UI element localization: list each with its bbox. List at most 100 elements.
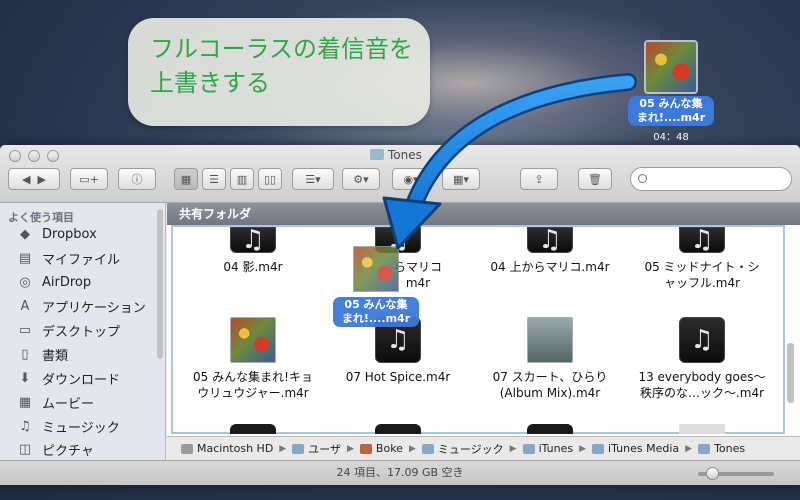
column-view-button[interactable]: ▥ — [230, 168, 254, 190]
downloads-icon: ⬇ — [19, 370, 31, 386]
desktop-file-icon[interactable] — [644, 40, 698, 94]
grid-icon: ▦ — [180, 172, 192, 186]
eye-icon: ◉▾ — [403, 172, 419, 186]
file-name: 05 みんな集まれ!キョ ウリュウジャー.m4r — [188, 369, 318, 401]
path-crumb-label: ミュージック — [437, 442, 504, 456]
file-name-line1: 13 everybody goes～ — [638, 370, 766, 384]
sidebar-item-pictures[interactable]: ◫ ピクチャ — [16, 438, 94, 460]
sidebar-item-label: ダウンロード — [42, 372, 121, 388]
sidebar-item-music[interactable]: ♫ ミュージック — [16, 415, 120, 437]
path-crumb-home[interactable]: Boke — [359, 442, 403, 455]
callout-text: フルコーラスの着信音を 上書きする — [150, 32, 420, 100]
content-scrollbar[interactable] — [787, 343, 794, 403]
path-separator-icon: ▶ — [347, 443, 354, 454]
trash-button[interactable]: 🗑 — [578, 168, 612, 190]
file-name-line1: 05 みんな集まれ!キョ — [193, 370, 313, 384]
columns-icon: ▥ — [236, 172, 248, 186]
document-file-icon[interactable] — [679, 424, 725, 434]
path-crumb-itunes[interactable]: iTunes — [522, 442, 574, 455]
zoom-button[interactable] — [47, 150, 59, 162]
more-view-button[interactable]: ▦▾ — [442, 168, 480, 190]
file-item[interactable]: ♫ 04 影.m4r — [188, 225, 318, 275]
sidebar-item-applications[interactable]: A アプリケーション — [16, 295, 146, 317]
file-item[interactable]: 05 みんな集まれ!キョ ウリュウジャー.m4r — [188, 317, 318, 401]
file-name-line1: 04 影.m4r — [223, 260, 283, 274]
path-crumb-hd[interactable]: Macintosh HD — [181, 442, 273, 455]
gear-icon: ⚙▾ — [353, 172, 369, 186]
album-art-image — [231, 318, 275, 362]
file-item[interactable]: ♫ 04 上からマリコ.m4r — [485, 225, 615, 275]
sidebar-item-downloads[interactable]: ⬇ ダウンロード — [16, 367, 120, 389]
pictures-icon: ◫ — [18, 441, 32, 457]
desktop-file-label-line2: まれ!....m4r — [636, 111, 706, 124]
list-view-button[interactable]: ☰ — [202, 168, 226, 190]
music-file-icon[interactable] — [527, 424, 573, 434]
sidebar-item-movies[interactable]: ▦ ムービー — [16, 391, 94, 413]
more-icon: ▦▾ — [453, 172, 469, 186]
path-separator-icon: ▶ — [408, 443, 416, 454]
file-name: 04 上からマリコ.m4r — [485, 259, 615, 275]
share-button[interactable]: ⇪ — [520, 168, 558, 190]
section-header: 共有フォルダ — [167, 203, 800, 225]
minimize-button[interactable] — [28, 150, 40, 162]
trash-icon: 🗑 — [588, 172, 602, 186]
file-item[interactable]: ♫ 07 Hot Spice.m4r — [333, 317, 463, 385]
drag-label-line2: まれ!....m4r — [341, 312, 411, 325]
drag-label-line1: 05 みんな集 — [344, 298, 408, 311]
path-crumb-label: Tones — [714, 442, 746, 455]
info-icon: ⓘ — [131, 173, 143, 186]
sidebar-item-label: マイファイル — [42, 252, 121, 268]
share-icon: ⇪ — [534, 172, 544, 186]
file-name-line2: ウリュウジャー.m4r — [197, 386, 309, 400]
arrange-button[interactable]: ☰▾ — [292, 168, 334, 190]
path-crumb-label: Macintosh HD — [197, 442, 274, 455]
coverflow-view-button[interactable]: ▯▯ — [258, 168, 282, 190]
path-crumb-label: iTunes — [538, 442, 574, 455]
file-item[interactable]: ♫ 05 ミッドナイト・シ ャッフル.m4r — [637, 225, 767, 291]
path-crumb-label: ユーザ — [308, 442, 341, 456]
documents-icon: ▯ — [21, 346, 29, 362]
file-name-line2: 秩序のな…ック～.m4r — [639, 386, 765, 400]
coverflow-icon: ▯▯ — [263, 172, 277, 186]
sidebar-item-dropbox[interactable]: ◆ Dropbox — [16, 223, 97, 245]
path-crumb-itunes-media[interactable]: iTunes Media — [592, 442, 679, 455]
new-folder-button[interactable]: ▭+ — [70, 168, 108, 190]
music-icon: ♫ — [19, 418, 31, 434]
back-forward-buttons[interactable]: ◀ ▶ — [8, 168, 60, 190]
info-button[interactable]: ⓘ — [118, 168, 156, 190]
file-name-line1: 04 上からマリコ.m4r — [490, 260, 610, 274]
music-file-icon[interactable] — [375, 424, 421, 434]
movies-icon: ▦ — [18, 394, 32, 410]
new-folder-icon: ▭+ — [79, 172, 99, 186]
folder-icon — [370, 149, 384, 160]
quicklook-button[interactable]: ◉▾ — [392, 168, 430, 190]
desktop-file-label[interactable]: 05 みんな集 まれ!....m4r — [628, 96, 714, 126]
chevron-right-icon[interactable]: ▶ — [38, 173, 46, 186]
path-crumb-users[interactable]: ユーザ — [292, 441, 341, 457]
icon-size-slider-knob[interactable] — [706, 467, 719, 480]
close-button[interactable] — [9, 150, 21, 162]
hard-drive-icon — [181, 443, 193, 454]
sidebar-item-desktop[interactable]: ▭ デスクトップ — [16, 319, 120, 341]
status-bar: 24 項目、17.09 GB 空き — [0, 460, 800, 485]
sidebar-item-all-files[interactable]: ▤ マイファイル — [16, 247, 120, 269]
icon-view-button[interactable]: ▦ — [174, 168, 198, 190]
sidebar-item-label: 書類 — [42, 348, 69, 364]
file-item[interactable]: 07 スカート、ひらり (Album Mix).m4r — [485, 317, 615, 401]
arrange-icon: ☰▾ — [305, 172, 321, 186]
sidebar-item-airdrop[interactable]: ◎ AirDrop — [16, 271, 91, 293]
desktop-file-duration: 04：48 — [653, 132, 689, 143]
file-name-line2: ャッフル.m4r — [663, 276, 741, 290]
sidebar-scrollbar[interactable] — [157, 209, 163, 359]
music-file-icon[interactable] — [230, 424, 276, 434]
path-crumb-tones[interactable]: Tones — [698, 442, 745, 455]
file-item[interactable]: ♫ 13 everybody goes～ 秩序のな…ック～.m4r — [637, 317, 767, 401]
search-field[interactable] — [630, 167, 792, 191]
chevron-left-icon[interactable]: ◀ — [22, 173, 30, 186]
action-button[interactable]: ⚙▾ — [342, 168, 380, 190]
sidebar-item-label: ミュージック — [42, 420, 120, 436]
callout-bubble: フルコーラスの着信音を 上書きする — [128, 18, 430, 126]
sidebar-item-documents[interactable]: ▯ 書類 — [16, 343, 68, 365]
path-crumb-music[interactable]: ミュージック — [421, 441, 504, 457]
file-name-line2: (Album Mix).m4r — [499, 386, 601, 400]
